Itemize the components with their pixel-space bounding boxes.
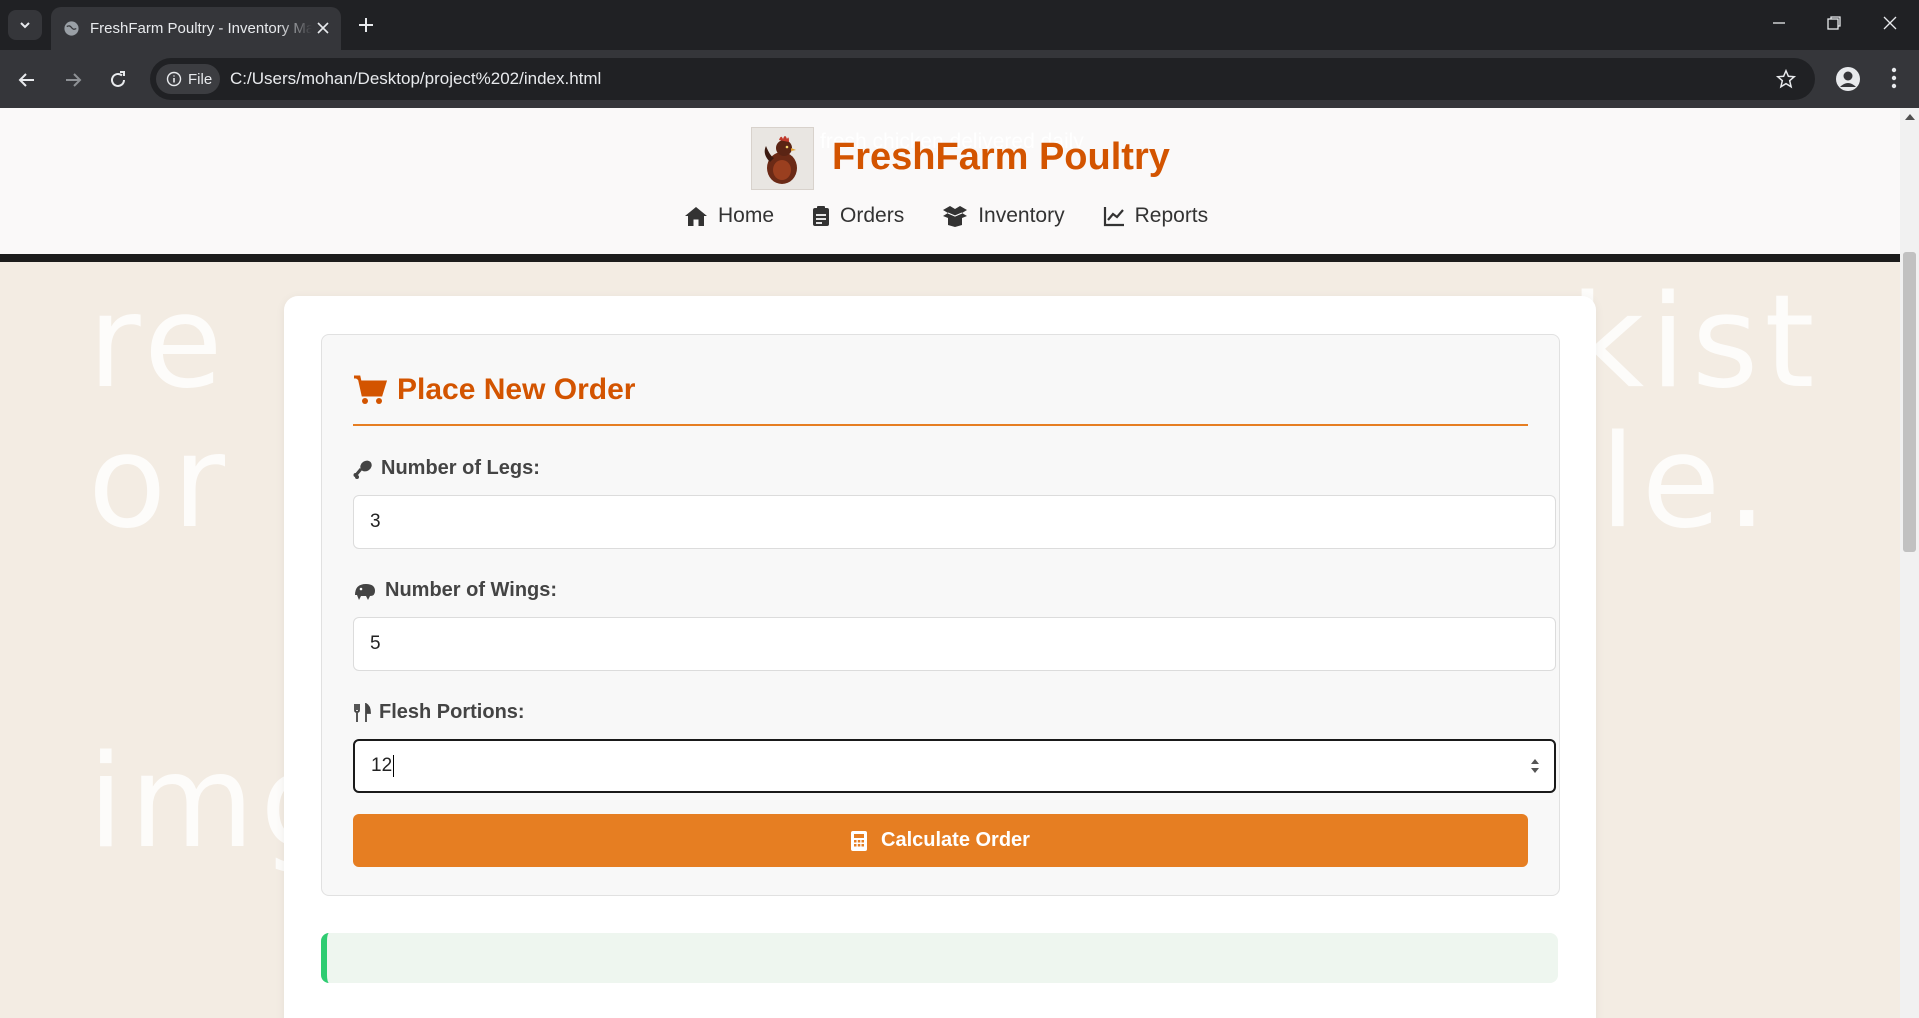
form-title: Place New Order — [353, 373, 635, 407]
close-tab-icon[interactable] — [313, 18, 333, 38]
legs-label: Number of Legs: — [353, 457, 540, 480]
bookmark-star-icon[interactable] — [1775, 68, 1797, 90]
browser-tab-strip: FreshFarm Poultry - Inventory Management — [0, 0, 1919, 50]
chevron-down-icon — [20, 22, 30, 29]
background-text: kist — [1570, 268, 1821, 417]
flesh-input-value: 12 — [371, 755, 393, 776]
tab-title: FreshFarm Poultry - Inventory Management — [90, 20, 312, 37]
tab-search-button[interactable] — [8, 10, 42, 40]
info-icon — [166, 71, 182, 87]
legs-input[interactable]: 3 — [353, 495, 1556, 549]
forward-icon[interactable] — [62, 69, 84, 91]
clipboard-icon — [813, 206, 830, 226]
wings-label-text: Number of Wings: — [385, 579, 558, 601]
nav-label: Home — [718, 204, 775, 227]
site-header: fresh chicken delivered daily FreshFarm … — [0, 108, 1900, 254]
site-info-chip[interactable]: File — [156, 64, 220, 94]
restore-icon[interactable] — [1825, 14, 1843, 32]
brand-logo — [751, 127, 814, 190]
title-divider — [353, 424, 1528, 426]
wings-input[interactable]: 5 — [353, 617, 1556, 671]
shopping-cart-icon — [354, 375, 387, 404]
scrollbar-thumb[interactable] — [1903, 252, 1916, 552]
new-tab-icon[interactable] — [354, 13, 378, 37]
browser-tab[interactable]: FreshFarm Poultry - Inventory Management — [51, 7, 341, 50]
calculate-order-label: Calculate Order — [881, 829, 1030, 851]
home-icon — [685, 207, 707, 226]
page-scrollbar[interactable] — [1900, 108, 1919, 1018]
flesh-portions-input[interactable]: 12 — [353, 739, 1556, 793]
scroll-up-arrow-icon[interactable] — [1905, 114, 1915, 120]
site-chip-label: File — [188, 70, 213, 88]
order-result-box — [321, 933, 1558, 983]
close-window-icon[interactable] — [1881, 14, 1899, 32]
calculator-icon — [851, 830, 868, 851]
legs-label-text: Number of Legs: — [381, 457, 540, 479]
nav-label: Orders — [840, 204, 905, 227]
nav-label: Reports — [1134, 204, 1209, 227]
box-icon — [943, 206, 968, 227]
chart-line-icon — [1103, 207, 1124, 227]
url-text: C:/Users/mohan/Desktop/project%202/index… — [230, 69, 602, 88]
nav-item-home[interactable]: Home — [684, 204, 774, 228]
wing-icon — [355, 583, 375, 600]
drumstick-icon — [353, 460, 372, 479]
wings-input-value: 5 — [370, 633, 381, 654]
brand-title[interactable]: FreshFarm Poultry — [832, 136, 1170, 179]
globe-icon — [64, 21, 79, 36]
menu-kebab-icon[interactable] — [1890, 66, 1898, 90]
minimize-icon[interactable] — [1770, 14, 1788, 32]
browser-toolbar: File C:/Users/mohan/Desktop/project%202/… — [0, 50, 1919, 108]
order-form: Place New Order Number of Legs: 3 Number… — [321, 334, 1560, 896]
legs-input-value: 3 — [370, 511, 381, 532]
main-card: Place New Order Number of Legs: 3 Number… — [284, 296, 1596, 1018]
main-nav: Home Orders Inventory Reports — [684, 204, 1208, 228]
number-spinner-icon[interactable] — [1530, 757, 1540, 775]
back-icon[interactable] — [16, 69, 38, 91]
text-caret — [393, 755, 395, 777]
address-bar[interactable]: File C:/Users/mohan/Desktop/project%202/… — [150, 58, 1815, 100]
utensils-icon — [354, 702, 371, 722]
flesh-label: Flesh Portions: — [353, 701, 525, 724]
rooster-logo-icon — [764, 136, 797, 184]
nav-item-inventory[interactable]: Inventory — [942, 204, 1065, 228]
background-text: or — [88, 408, 231, 557]
profile-avatar-icon[interactable] — [1835, 66, 1861, 92]
nav-item-orders[interactable]: Orders — [812, 204, 904, 228]
wings-label: Number of Wings: — [353, 579, 557, 602]
page-viewport: re kist or le. img fresh chicken deliver… — [0, 108, 1900, 1018]
nav-label: Inventory — [978, 204, 1065, 227]
background-text: le. — [1600, 408, 1773, 557]
calculate-order-button[interactable]: Calculate Order — [353, 814, 1528, 867]
nav-item-reports[interactable]: Reports — [1103, 204, 1209, 228]
header-divider — [0, 254, 1900, 262]
background-text: re — [88, 268, 229, 417]
flesh-label-text: Flesh Portions: — [379, 701, 525, 723]
form-title-text: Place New Order — [397, 373, 636, 406]
reload-icon[interactable] — [107, 69, 129, 91]
